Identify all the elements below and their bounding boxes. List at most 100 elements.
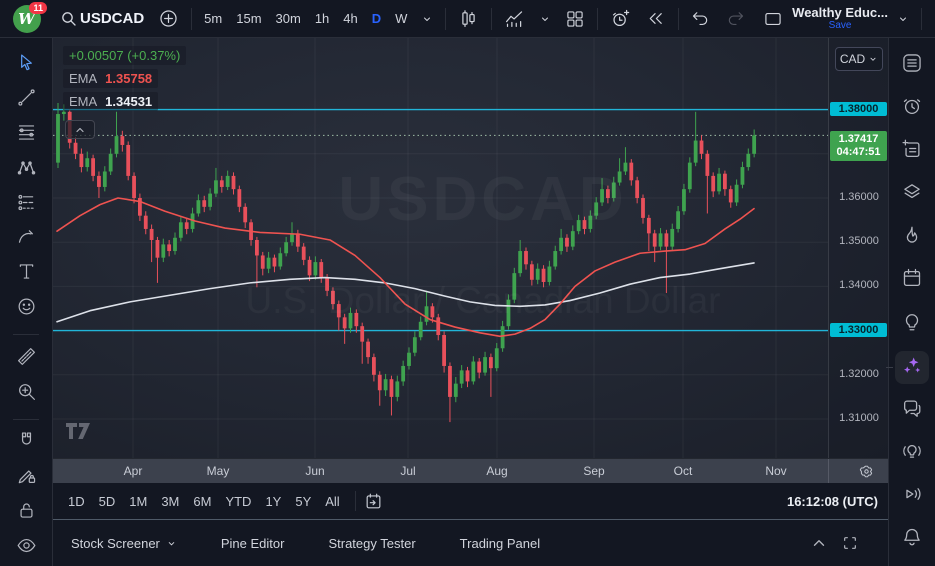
emoji-tool-button[interactable] — [9, 293, 43, 326]
range-5y-button[interactable]: 5Y — [288, 490, 318, 513]
xabcd-pattern-icon — [16, 157, 37, 183]
tab-stock-screener[interactable]: Stock Screener — [71, 536, 177, 551]
chevron-down-icon — [166, 538, 177, 549]
price-change-row: +0.00507 (+0.37%) — [63, 46, 186, 65]
object-tree-button[interactable] — [895, 178, 929, 211]
compare-add-symbol-button[interactable] — [151, 4, 186, 34]
hotlists-icon — [901, 224, 923, 251]
replay-icon — [645, 8, 666, 29]
streams-icon — [901, 483, 923, 510]
month-label-jun: Jun — [305, 464, 324, 478]
ruler-tool-button[interactable] — [9, 342, 43, 375]
fib-retracement-icon — [16, 122, 37, 148]
magnet-tool-button[interactable] — [9, 427, 43, 460]
drawing-mode-lock-tool-button[interactable] — [9, 462, 43, 495]
ai-assistant-button[interactable] — [895, 351, 929, 384]
save-layout-button[interactable]: Wealthy Educ... Save — [792, 6, 888, 32]
maximize-panel-button[interactable] — [842, 535, 858, 551]
range-3m-button[interactable]: 3M — [154, 490, 186, 513]
lock-all-drawings-icon — [16, 500, 37, 526]
watermark-description: U.S. Dollar / Canadian Dollar — [113, 280, 853, 322]
bar-replay-button[interactable] — [638, 4, 673, 34]
range-1m-button[interactable]: 1M — [122, 490, 154, 513]
session-clock[interactable]: 16:12:08 (UTC) — [787, 494, 878, 509]
ideas-button[interactable] — [895, 307, 929, 340]
top-toolbar: W 11 USDCAD 5m15m30m1h4hDW — [0, 0, 935, 38]
indicators-button[interactable] — [497, 4, 532, 34]
month-label-apr: Apr — [124, 464, 143, 478]
range-1y-button[interactable]: 1Y — [258, 490, 288, 513]
go-to-date-button[interactable] — [364, 492, 383, 511]
interval-4h[interactable]: 4h — [336, 4, 364, 34]
chat-button[interactable] — [895, 394, 929, 427]
date-range-bar: 1D5D1M3M6MYTD1Y5YAll 16:12:08 (UTC) — [53, 483, 888, 520]
currency-toggle-button[interactable]: CAD — [835, 47, 883, 71]
interval-dropdown-button[interactable] — [414, 4, 440, 34]
ema-value: 1.34531 — [105, 94, 152, 109]
ema-legend-row[interactable]: EMA1.34531 — [63, 92, 158, 111]
layout-dropdown-button[interactable] — [890, 4, 916, 34]
notes-button[interactable] — [895, 135, 929, 168]
undo-button[interactable] — [684, 4, 718, 34]
xabcd-pattern-tool-button[interactable] — [9, 153, 43, 186]
forecast-tool-button[interactable] — [9, 188, 43, 221]
tab-trading-panel[interactable]: Trading Panel — [460, 536, 540, 551]
range-1d-button[interactable]: 1D — [61, 490, 92, 513]
zoom-in-icon — [16, 381, 37, 407]
time-axis[interactable]: AprMayJunJulAugSepOctNov — [53, 458, 888, 483]
range-ytd-button[interactable]: YTD — [218, 490, 258, 513]
fib-retracement-tool-button[interactable] — [9, 119, 43, 152]
symbol-search-button[interactable]: USDCAD — [53, 4, 151, 34]
lock-all-drawings-tool-button[interactable] — [9, 497, 43, 530]
open-panel-button[interactable] — [810, 534, 828, 552]
range-5d-button[interactable]: 5D — [92, 490, 123, 513]
calendar-button[interactable] — [895, 264, 929, 297]
trend-line-tool-button[interactable] — [9, 84, 43, 117]
price-axis[interactable]: CAD 1.360001.350001.340001.320001.310001… — [828, 38, 888, 458]
layout-thumbnail-button[interactable] — [756, 4, 790, 34]
bottom-tabs: Stock Screener Pine Editor Strategy Tester… — [71, 536, 584, 551]
brush-tool-button[interactable] — [9, 223, 43, 256]
object-tree-icon — [901, 181, 923, 208]
interval-30m[interactable]: 30m — [269, 4, 308, 34]
alerts-button[interactable] — [895, 92, 929, 125]
cursor-tool-button[interactable] — [9, 49, 43, 82]
layout-grid-button[interactable] — [558, 4, 592, 34]
tab-strategy-tester[interactable]: Strategy Tester — [328, 536, 415, 551]
chevron-up-icon — [74, 124, 86, 136]
app-logo[interactable]: W 11 — [0, 5, 53, 33]
tab-pine-editor[interactable]: Pine Editor — [221, 536, 285, 551]
interval-W[interactable]: W — [388, 4, 414, 34]
axis-settings-button[interactable] — [846, 460, 886, 483]
ema-label: EMA — [69, 71, 97, 86]
level-price-label: 1.33000 — [830, 323, 887, 337]
bar-countdown: 04:47:51 — [830, 146, 887, 159]
hotlists-button[interactable] — [895, 221, 929, 254]
indicators-dropdown-button[interactable] — [532, 4, 558, 34]
chart-type-button[interactable] — [451, 4, 486, 34]
live-ideas-button[interactable] — [895, 437, 929, 470]
text-tool-button[interactable] — [9, 258, 43, 291]
undo-icon — [691, 9, 711, 29]
create-alert-button[interactable] — [603, 4, 638, 34]
notifications-button[interactable] — [895, 523, 929, 556]
redo-button[interactable] — [718, 4, 752, 34]
chevron-up-icon — [810, 534, 828, 552]
hide-all-drawings-tool-button[interactable] — [9, 531, 43, 564]
legend-collapse-button[interactable] — [65, 120, 95, 139]
interval-D[interactable]: D — [365, 4, 388, 34]
range-6m-button[interactable]: 6M — [186, 490, 218, 513]
interval-15m[interactable]: 15m — [229, 4, 268, 34]
tab-label: Pine Editor — [221, 536, 285, 551]
chart-pane[interactable]: USDCAD U.S. Dollar / Canadian Dollar +0.… — [53, 38, 888, 458]
zoom-in-tool-button[interactable] — [9, 377, 43, 410]
interval-5m[interactable]: 5m — [197, 4, 229, 34]
interval-1h[interactable]: 1h — [308, 4, 336, 34]
ema-legend-row[interactable]: EMA1.35758 — [63, 69, 158, 88]
range-all-button[interactable]: All — [318, 490, 346, 513]
range-divider — [355, 491, 356, 511]
streams-button[interactable] — [895, 480, 929, 513]
ai-assistant-icon — [901, 354, 923, 381]
price-tick: 1.34000 — [829, 279, 889, 291]
watchlist-button[interactable] — [895, 49, 929, 82]
